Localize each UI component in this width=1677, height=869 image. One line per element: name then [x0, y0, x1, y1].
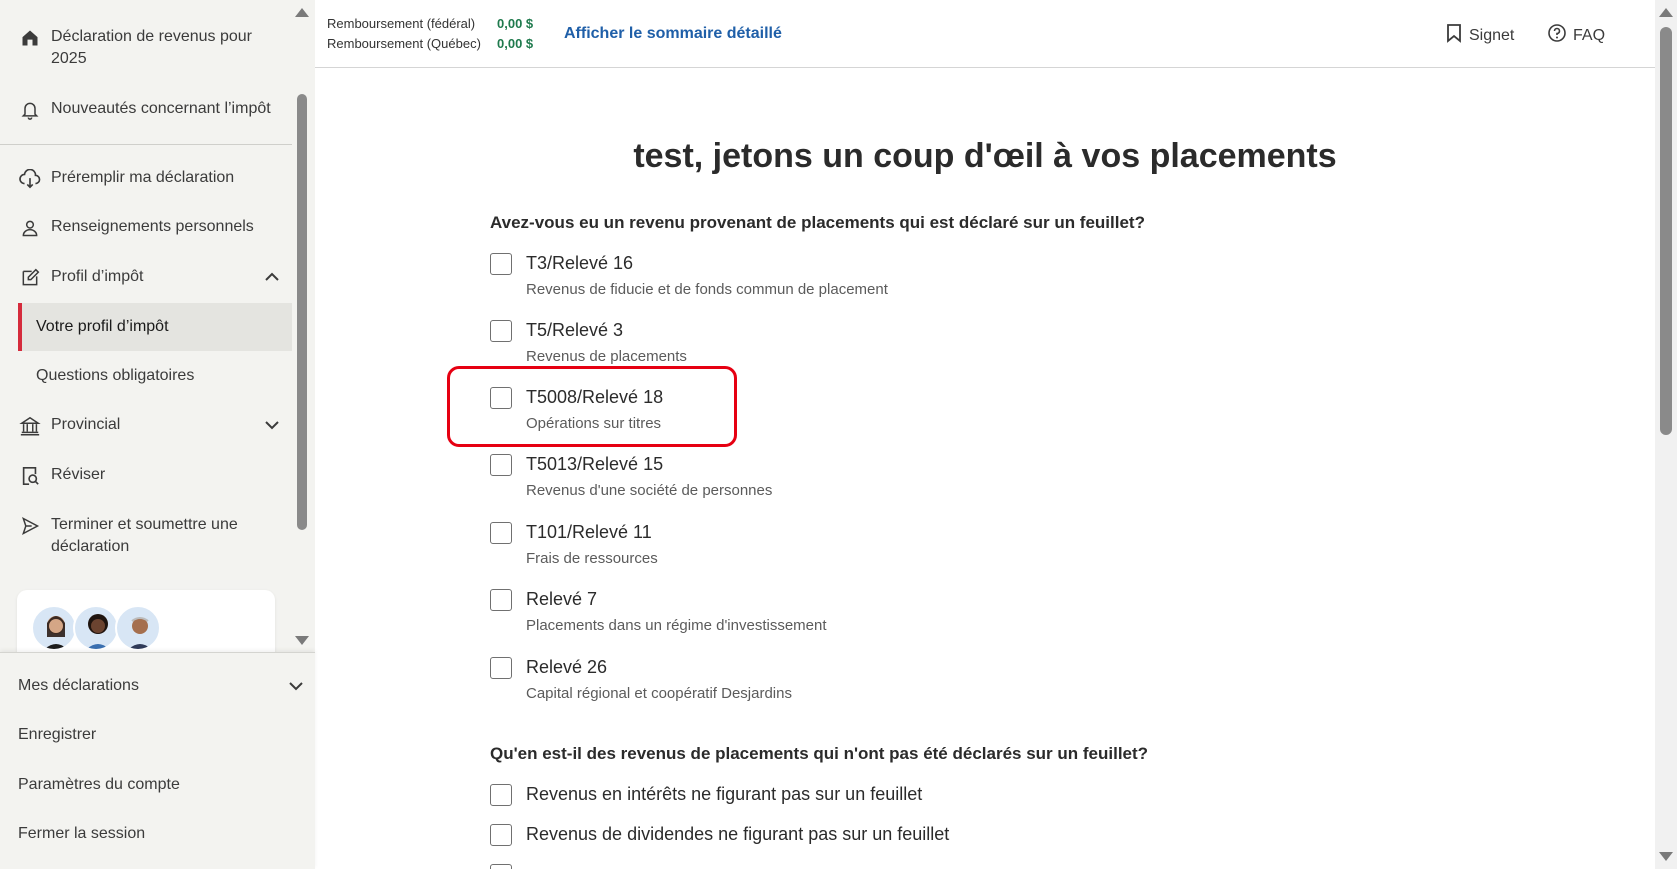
chevron-down-icon	[262, 415, 284, 437]
send-icon	[18, 514, 42, 538]
cloud-download-icon	[18, 167, 42, 191]
question-slips: Avez-vous eu un revenu provenant de plac…	[490, 213, 1145, 232]
sidebar: Déclaration de revenus pour 2025 Nouveau…	[0, 0, 315, 869]
chevron-up-icon	[262, 267, 284, 289]
option-title: T5/Relevé 3	[526, 320, 624, 340]
nav-item-terminer-soumettre[interactable]: Terminer et soumettre une déclaration	[0, 514, 292, 560]
sidebar-bottom-menu: Mes déclarations Enregistrer Paramètres …	[0, 652, 315, 869]
option-title: Revenus de dividendes ne figurant pas su…	[526, 824, 950, 844]
nav-item-label: Préremplir ma déclaration	[51, 169, 235, 186]
nav-item-profil-impot[interactable]: Profil d’impôt	[0, 266, 292, 290]
option-description: Opérations sur titres	[526, 415, 662, 432]
avatar	[115, 605, 161, 651]
checkbox[interactable]	[490, 454, 512, 476]
page-scrollbar[interactable]	[1655, 0, 1677, 869]
scroll-down-arrow-icon[interactable]	[1659, 852, 1673, 861]
option-description: Revenus de placements	[526, 348, 687, 365]
option-title: Relevé 7	[526, 589, 598, 609]
sub-item-questions-obligatoires[interactable]: Questions obligatoires	[18, 352, 292, 400]
bookmark-icon	[1445, 23, 1469, 48]
checkbox[interactable]	[490, 657, 512, 679]
sidebar-scrollbar[interactable]	[293, 0, 315, 652]
scroll-down-arrow-icon[interactable]	[295, 636, 309, 645]
option-description: Revenus de fiducie et de fonds commun de…	[526, 281, 888, 298]
main-content: test, jetons un coup d'œil à vos placeme…	[315, 69, 1655, 869]
nav-item-reviser[interactable]: Réviser	[0, 464, 292, 488]
nav-item-label: Nouveautés concernant l’impôt	[51, 100, 271, 117]
option-title: T5008/Relevé 18	[526, 387, 664, 407]
divider	[0, 144, 292, 145]
page-title: test, jetons un coup d'œil à vos placeme…	[633, 137, 1337, 175]
scroll-up-arrow-icon[interactable]	[295, 8, 309, 17]
chevron-down-icon	[286, 676, 306, 701]
nav-item-label: Réviser	[51, 466, 106, 483]
checkbox[interactable]	[490, 824, 512, 846]
sub-item-label: Questions obligatoires	[36, 367, 195, 384]
avatar	[73, 605, 119, 651]
sub-item-votre-profil[interactable]: Votre profil d’impôt	[18, 303, 292, 351]
checkbox[interactable]	[490, 864, 512, 869]
bookmark-label: Signet	[1469, 26, 1515, 44]
sub-item-label: Votre profil d’impôt	[36, 318, 169, 335]
nav-item-label: Profil d’impôt	[51, 268, 144, 285]
help-card[interactable]	[17, 590, 275, 652]
menu-label: Fermer la session	[18, 825, 146, 842]
menu-label: Enregistrer	[18, 726, 97, 743]
help-circle-icon	[1547, 23, 1573, 48]
nav-item-declaration-2025[interactable]: Déclaration de revenus pour 2025	[0, 26, 292, 70]
nav-item-label: Déclaration de revenus pour 2025	[51, 28, 253, 67]
option-title: T5013/Relevé 15	[526, 454, 664, 474]
option-title: T3/Relevé 16	[526, 253, 634, 273]
nav-item-renseignements[interactable]: Renseignements personnels	[0, 216, 292, 240]
checkbox[interactable]	[490, 589, 512, 611]
home-icon	[18, 26, 42, 50]
option-description: Frais de ressources	[526, 550, 658, 567]
option-description: Capital régional et coopératif Desjardin…	[526, 685, 792, 702]
menu-mes-declarations[interactable]: Mes déclarations	[18, 677, 303, 695]
scroll-up-arrow-icon[interactable]	[1659, 8, 1673, 17]
document-search-icon	[18, 464, 42, 488]
option-title: T101/Relevé 11	[526, 522, 652, 542]
menu-fermer-session[interactable]: Fermer la session	[18, 825, 145, 843]
nav-item-label: Terminer et soumettre une déclaration	[51, 516, 238, 555]
bookmark-button[interactable]: Signet	[1445, 23, 1514, 48]
nav-item-preremplir[interactable]: Préremplir ma déclaration	[0, 167, 292, 191]
nav-item-nouveautes[interactable]: Nouveautés concernant l’impôt	[0, 98, 292, 122]
option-description: Revenus d'une société de personnes	[526, 482, 773, 499]
scrollbar-thumb[interactable]	[1660, 27, 1672, 435]
bank-icon	[18, 414, 42, 438]
checkbox[interactable]	[490, 387, 512, 409]
option-description: Placements dans un régime d'investisseme…	[526, 617, 827, 634]
faq-button[interactable]: FAQ	[1547, 23, 1605, 48]
menu-parametres-compte[interactable]: Paramètres du compte	[18, 776, 180, 794]
header-bar: Remboursement (fédéral) 0,00 $ Rembourse…	[315, 0, 1655, 68]
edit-icon	[18, 266, 42, 290]
bell-icon	[18, 98, 42, 122]
menu-enregistrer[interactable]: Enregistrer	[18, 726, 96, 744]
checkbox[interactable]	[490, 784, 512, 806]
option-title: Revenus en intérêts ne figurant pas sur …	[526, 784, 923, 804]
refund-federal-value: 0,00 $	[497, 16, 534, 31]
nav-item-label: Provincial	[51, 416, 121, 433]
menu-label: Mes déclarations	[18, 677, 139, 694]
question-non-slips: Qu'en est-il des revenus de placements q…	[490, 744, 1149, 763]
nav-item-provincial[interactable]: Provincial	[0, 414, 292, 438]
checkbox[interactable]	[490, 253, 512, 275]
refund-federal-label: Remboursement (fédéral)	[327, 16, 476, 31]
checkbox[interactable]	[490, 320, 512, 342]
faq-label: FAQ	[1573, 26, 1606, 44]
nav-item-label: Renseignements personnels	[51, 218, 254, 235]
menu-label: Paramètres du compte	[18, 776, 180, 793]
person-icon	[18, 216, 42, 240]
sidebar-nav: Déclaration de revenus pour 2025 Nouveau…	[0, 0, 292, 652]
option-title: Relevé 26	[526, 657, 608, 677]
checkbox[interactable]	[490, 522, 512, 544]
avatar	[31, 605, 77, 651]
detailed-summary-link[interactable]: Afficher le sommaire détaillé	[564, 25, 782, 43]
scrollbar-thumb[interactable]	[297, 94, 307, 530]
refund-quebec-value: 0,00 $	[497, 36, 534, 51]
refund-quebec-label: Remboursement (Québec)	[327, 36, 481, 51]
